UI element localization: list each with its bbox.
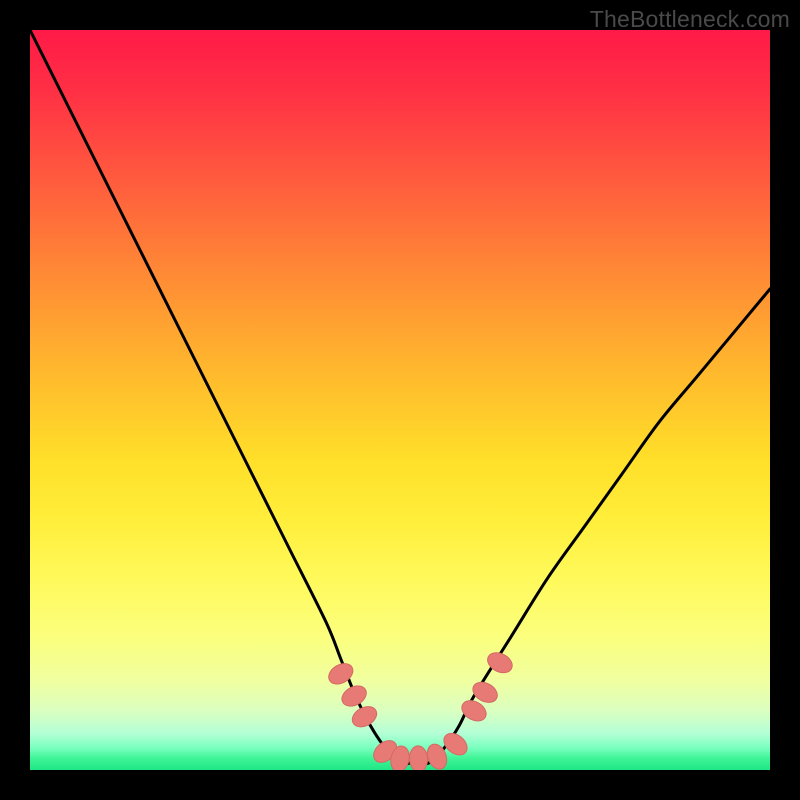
- watermark-text: TheBottleneck.com: [590, 6, 790, 33]
- plot-area: [30, 30, 770, 770]
- curve-marker: [338, 682, 369, 710]
- bottleneck-curve: [30, 30, 770, 770]
- curve-marker: [349, 703, 380, 731]
- curve-line: [30, 30, 770, 764]
- curve-marker: [409, 745, 429, 770]
- chart-frame: TheBottleneck.com: [0, 0, 800, 800]
